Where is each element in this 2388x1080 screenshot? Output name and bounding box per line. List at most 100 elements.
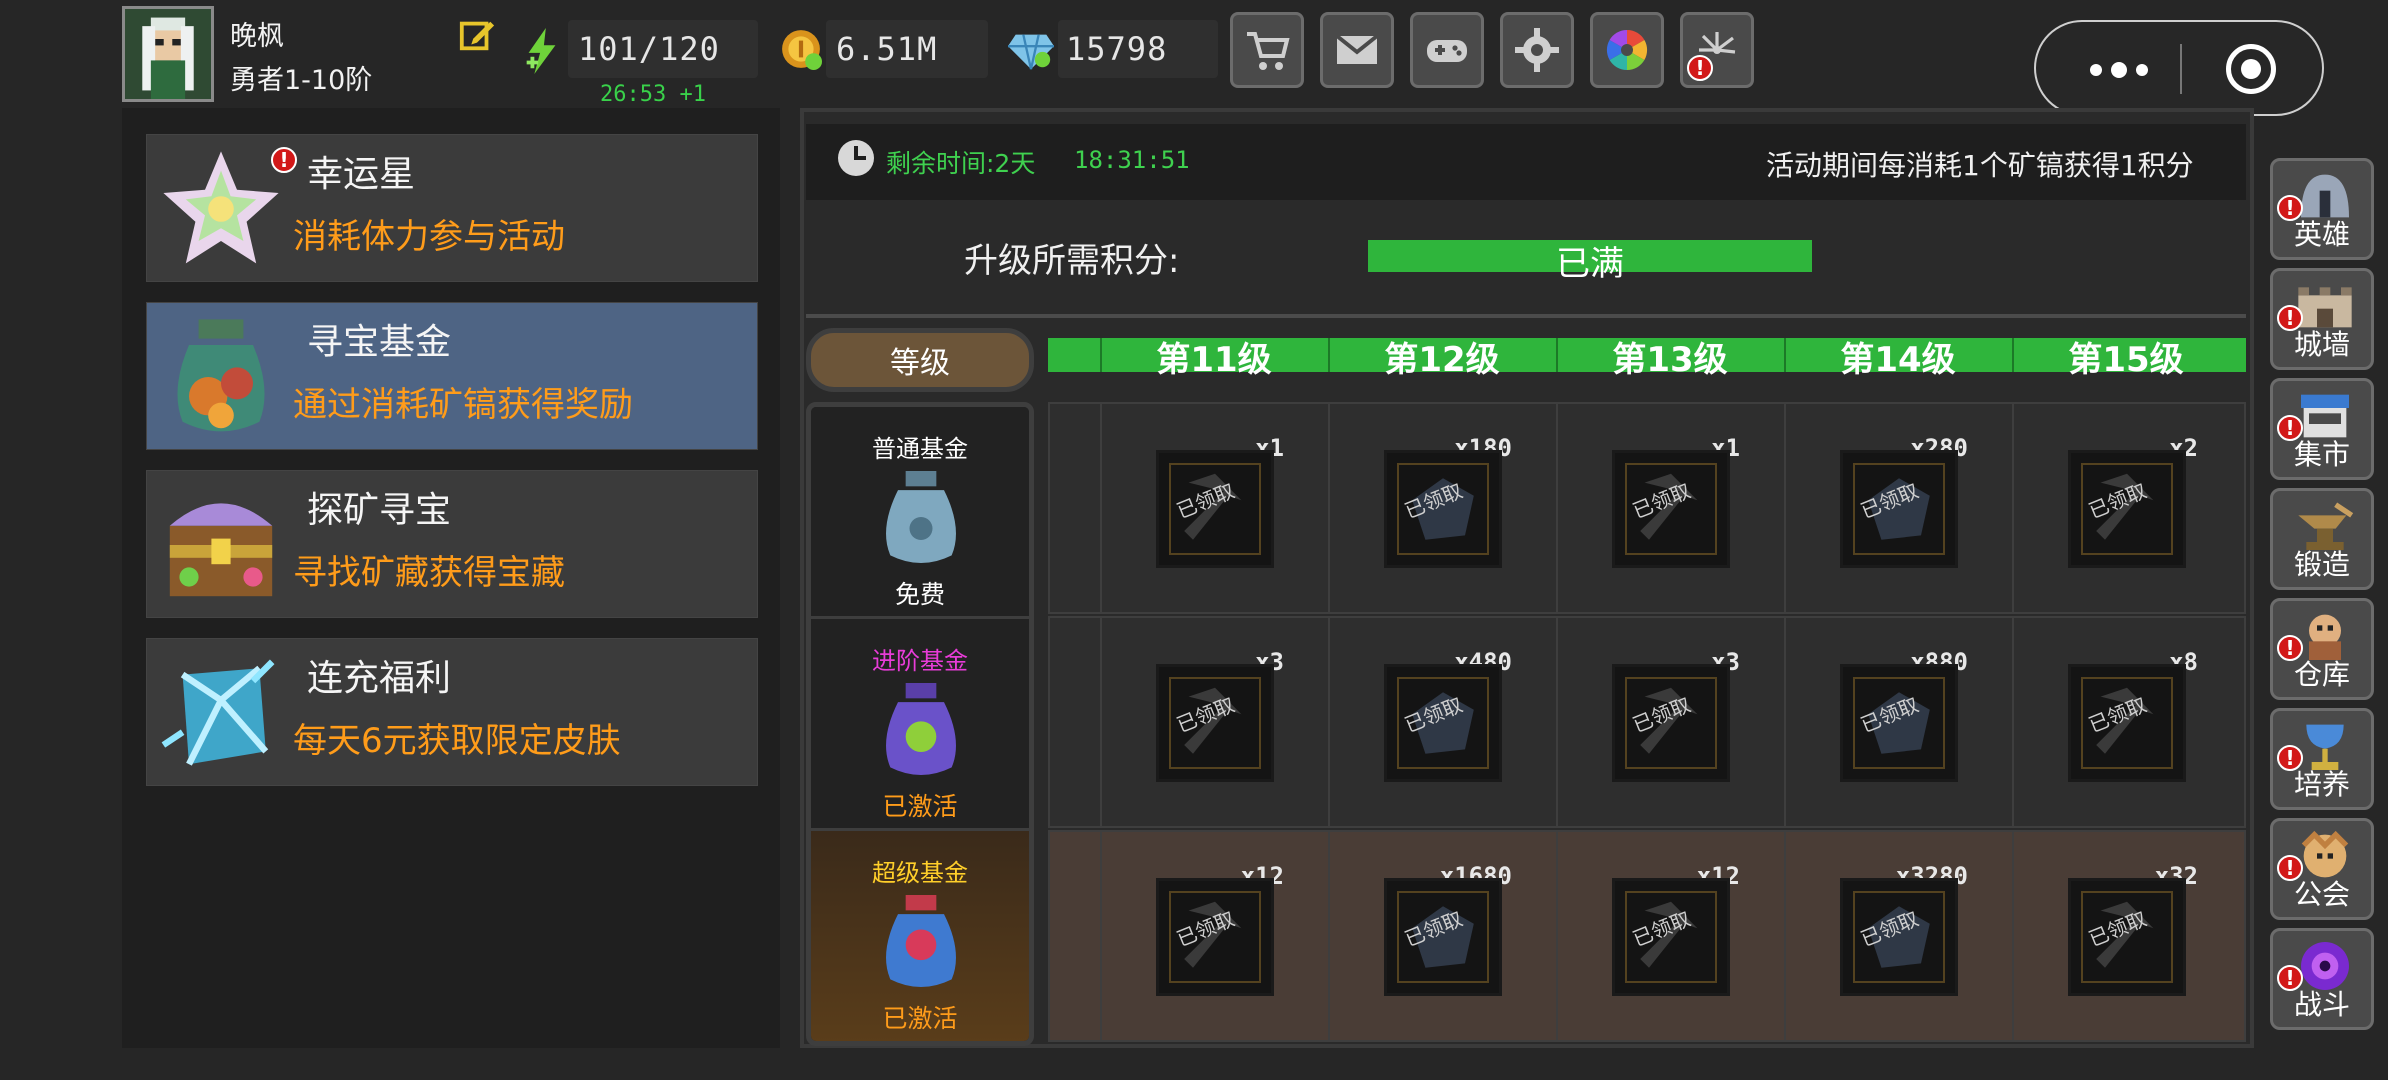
fund-tier-super: 超级基金 已激活 bbox=[811, 831, 1029, 1041]
nav-label: 英雄 bbox=[2293, 218, 2350, 251]
money-bag-icon bbox=[875, 679, 967, 779]
reward-item: 已领取 bbox=[1840, 878, 1958, 996]
reward-cell[interactable]: x8 已领取 bbox=[2014, 618, 2242, 826]
event-card-mining-treasure[interactable]: 探矿寻宝 寻找矿藏获得宝藏 bbox=[146, 470, 758, 618]
ice-crystal-icon bbox=[157, 649, 285, 777]
reward-item: 已领取 bbox=[1840, 450, 1958, 568]
reward-cell[interactable]: x12 已领取 bbox=[1102, 832, 1330, 1040]
nav-market[interactable]: ! 集市 bbox=[2270, 378, 2374, 480]
stamina-timer: 26:53 +1 bbox=[600, 82, 706, 107]
nav-label: 锻造 bbox=[2293, 548, 2350, 581]
shop-button[interactable] bbox=[1230, 12, 1304, 88]
event-card-lucky-star[interactable]: ! 幸运星 消耗体力参与活动 bbox=[146, 134, 758, 282]
nav-forge[interactable]: 锻造 bbox=[2270, 488, 2374, 590]
reward-row-super: x12 已领取 x1680 已领取 x12 已领取 x3280 已领取 x32 已领取 bbox=[1048, 830, 2246, 1042]
nav-label: 仓库 bbox=[2293, 658, 2350, 691]
nav-battle[interactable]: ! 战斗 bbox=[2270, 928, 2374, 1030]
capsule-divider bbox=[2180, 44, 2182, 94]
row-left-strip bbox=[1050, 618, 1102, 826]
player-name: 晚枫 bbox=[230, 21, 284, 52]
upgrade-points-label: 升级所需积分: bbox=[964, 241, 1180, 281]
nav-label: 城墙 bbox=[2293, 328, 2350, 361]
alert-badge: ! bbox=[271, 147, 297, 173]
money-bag-icon bbox=[875, 467, 967, 567]
alert-badge: ! bbox=[1687, 55, 1713, 81]
event-title: 探矿寻宝 bbox=[307, 490, 452, 531]
event-card-recharge-bonus[interactable]: 连充福利 每天6元获取限定皮肤 bbox=[146, 638, 758, 786]
reward-item: 已领取 bbox=[2068, 450, 2186, 568]
nav-label: 培养 bbox=[2293, 768, 2350, 801]
cart-icon bbox=[1247, 32, 1290, 70]
nav-warehouse[interactable]: ! 仓库 bbox=[2270, 598, 2374, 700]
level-header-button[interactable]: 等级 bbox=[806, 328, 1034, 392]
mail-button[interactable] bbox=[1320, 12, 1394, 88]
nav-guild[interactable]: ! 公会 bbox=[2270, 818, 2374, 920]
nav-label: 战斗 bbox=[2293, 988, 2350, 1021]
reward-cell[interactable]: x2 已领取 bbox=[2014, 404, 2242, 612]
treasure-bag-icon bbox=[157, 313, 285, 441]
event-title: 寻宝基金 bbox=[307, 322, 452, 363]
gamepad-button[interactable] bbox=[1410, 12, 1484, 88]
reward-item: 已领取 bbox=[1156, 878, 1274, 996]
reward-item: 已领取 bbox=[1384, 664, 1502, 782]
reward-cell[interactable]: x3 已领取 bbox=[1558, 618, 1786, 826]
clock-icon bbox=[836, 138, 876, 178]
stamina-icon bbox=[522, 28, 562, 74]
player-avatar[interactable] bbox=[122, 6, 214, 102]
reward-item: 已领取 bbox=[1384, 450, 1502, 568]
fund-name: 超级基金 bbox=[872, 859, 968, 887]
player-rank: 勇者1-10阶 bbox=[230, 65, 373, 96]
upgrade-progress-bar: 已满 bbox=[1368, 240, 1812, 284]
level-header: 第14级 bbox=[1840, 340, 1956, 380]
reward-cell[interactable]: x1 已领取 bbox=[1102, 404, 1330, 612]
reward-cell[interactable]: x12 已领取 bbox=[1558, 832, 1786, 1040]
reward-cell[interactable]: x880 已领取 bbox=[1786, 618, 2014, 826]
reward-item: 已领取 bbox=[2068, 664, 2186, 782]
reward-item: 已领取 bbox=[1840, 664, 1958, 782]
fund-tier-advanced: 进阶基金 已激活 bbox=[811, 619, 1029, 831]
reward-item: 已领取 bbox=[1156, 450, 1274, 568]
level-header: 第12级 bbox=[1384, 340, 1500, 380]
reward-cell[interactable]: x3 已领取 bbox=[1102, 618, 1330, 826]
color-wheel-button[interactable] bbox=[1590, 12, 1664, 88]
row-left-strip bbox=[1050, 404, 1102, 612]
gems-value: 15798 bbox=[1066, 30, 1168, 68]
reward-cell[interactable]: x180 已领取 bbox=[1330, 404, 1558, 612]
fund-status: 免费 bbox=[894, 580, 945, 609]
gear-icon bbox=[1515, 28, 1559, 72]
level-header: 第13级 bbox=[1612, 340, 1728, 380]
fund-tier-column: 普通基金 免费 进阶基金 已激活 超级基金 已激活 bbox=[806, 402, 1034, 1046]
nav-hero[interactable]: ! 英雄 bbox=[2270, 158, 2374, 260]
reward-item: 已领取 bbox=[2068, 878, 2186, 996]
reward-cell[interactable]: x1 已领取 bbox=[1558, 404, 1786, 612]
close-target-icon[interactable] bbox=[2226, 44, 2276, 94]
nav-wall[interactable]: ! 城墙 bbox=[2270, 268, 2374, 370]
more-menu-icon[interactable] bbox=[2090, 60, 2157, 80]
level-header-strip: 第11级 第12级 第13级 第14级 第15级 bbox=[1048, 338, 2246, 380]
reward-item: 已领取 bbox=[1612, 450, 1730, 568]
reward-row-advanced: x3 已领取 x480 已领取 x3 已领取 x880 已领取 x8 已领取 bbox=[1048, 616, 2246, 828]
event-desc: 每天6元获取限定皮肤 bbox=[293, 721, 621, 761]
settings-button[interactable] bbox=[1500, 12, 1574, 88]
reward-cell[interactable]: x280 已领取 bbox=[1786, 404, 2014, 612]
fund-tier-normal: 普通基金 免费 bbox=[811, 407, 1029, 619]
gamepad-icon bbox=[1427, 40, 1467, 62]
event-card-treasure-fund[interactable]: 寻宝基金 通过消耗矿镐获得奖励 bbox=[146, 302, 758, 450]
reward-cell[interactable]: x1680 已领取 bbox=[1330, 832, 1558, 1040]
fund-name: 进阶基金 bbox=[872, 647, 968, 675]
event-button[interactable]: ! bbox=[1680, 12, 1754, 88]
reward-cell[interactable]: x3280 已领取 bbox=[1786, 832, 2014, 1040]
reward-cell[interactable]: x32 已领取 bbox=[2014, 832, 2242, 1040]
event-desc: 消耗体力参与活动 bbox=[293, 217, 565, 257]
level-header: 第11级 bbox=[1156, 340, 1272, 380]
reward-item: 已领取 bbox=[1612, 878, 1730, 996]
remaining-time-value: 18:31:51 bbox=[1074, 146, 1190, 174]
level-header: 第15级 bbox=[2068, 340, 2184, 380]
reward-cell[interactable]: x480 已领取 bbox=[1330, 618, 1558, 826]
section-divider bbox=[806, 314, 2246, 318]
nav-cultivate[interactable]: ! 培养 bbox=[2270, 708, 2374, 810]
gold-coin-icon bbox=[780, 28, 822, 70]
color-wheel-icon bbox=[1606, 29, 1648, 71]
edit-icon[interactable] bbox=[458, 16, 496, 54]
reward-item: 已领取 bbox=[1156, 664, 1274, 782]
